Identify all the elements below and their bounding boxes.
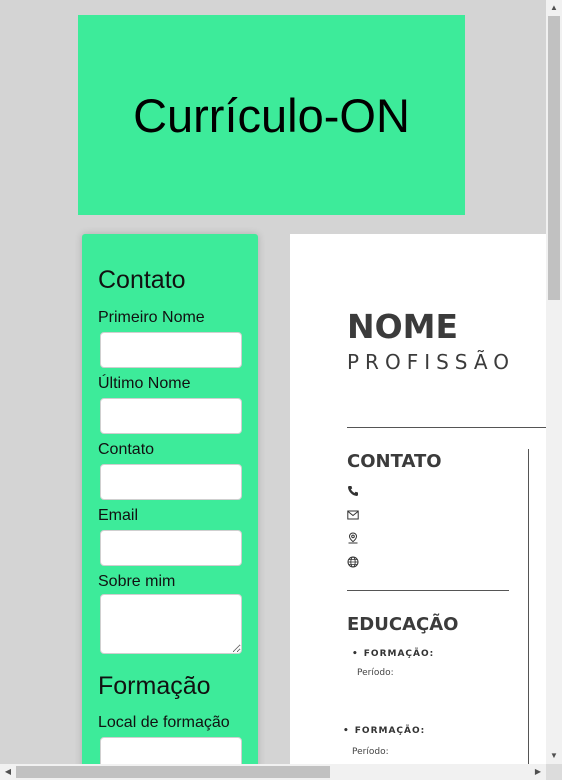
last-name-label: Último Nome xyxy=(98,375,191,392)
contact-label: Contato xyxy=(98,441,155,458)
education-item-period: Período: xyxy=(352,747,389,757)
page-viewport: Currículo-ON Contato Primeiro Nome Últim… xyxy=(0,0,546,764)
vertical-scrollbar[interactable]: ▲ ▼ xyxy=(546,0,562,764)
scroll-down-arrow-icon[interactable]: ▼ xyxy=(546,748,562,764)
email-field[interactable] xyxy=(100,530,242,566)
header-banner: Currículo-ON xyxy=(78,15,465,215)
education-section-heading: Formação xyxy=(98,672,211,700)
divider xyxy=(347,427,546,428)
scroll-right-arrow-icon[interactable]: ▶ xyxy=(530,764,546,780)
resume-name: NOME xyxy=(347,307,459,346)
last-name-field[interactable] xyxy=(100,398,242,434)
education-location-field[interactable] xyxy=(100,737,242,764)
about-me-textarea[interactable] xyxy=(100,594,242,654)
resume-preview: NOME PROFISSÃO CONTATO EDUCAÇÃO FORMAÇÃO… xyxy=(290,234,546,764)
education-location-label: Local de formação xyxy=(98,714,230,731)
contact-section-heading: Contato xyxy=(98,266,186,294)
email-label: Email xyxy=(98,507,139,524)
education-item-title: FORMAÇÃO: xyxy=(352,649,434,659)
vertical-scroll-thumb[interactable] xyxy=(548,16,560,300)
section-divider xyxy=(347,590,509,591)
education-item-title: FORMAÇÃO: xyxy=(343,726,425,736)
contact-field[interactable] xyxy=(100,464,242,500)
horizontal-scrollbar[interactable]: ◀ ▶ xyxy=(0,764,546,780)
education-item-period: Período: xyxy=(357,668,394,678)
resume-contact-heading: CONTATO xyxy=(347,451,442,472)
scroll-left-arrow-icon[interactable]: ◀ xyxy=(0,764,16,780)
first-name-label: Primeiro Nome xyxy=(98,309,205,326)
scroll-up-arrow-icon[interactable]: ▲ xyxy=(546,0,562,16)
about-me-label: Sobre mim xyxy=(98,573,176,590)
resume-profession: PROFISSÃO xyxy=(347,350,515,374)
resume-form: Contato Primeiro Nome Último Nome Contat… xyxy=(82,234,258,764)
first-name-field[interactable] xyxy=(100,332,242,368)
mail-icon xyxy=(347,510,359,520)
scrollbar-corner xyxy=(546,764,562,780)
globe-icon xyxy=(347,556,359,568)
phone-icon xyxy=(348,486,358,496)
horizontal-scroll-thumb[interactable] xyxy=(16,766,330,778)
resume-education-heading: EDUCAÇÃO xyxy=(347,614,459,635)
column-divider xyxy=(528,449,529,764)
location-pin-icon xyxy=(348,532,358,544)
app-title: Currículo-ON xyxy=(133,88,410,142)
